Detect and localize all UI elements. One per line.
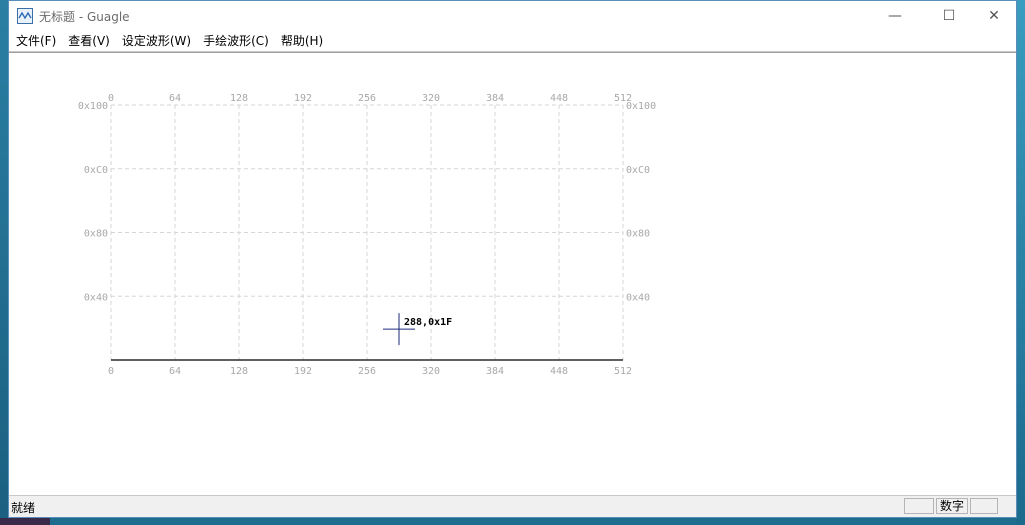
x-tick-label-bottom: 384 (486, 366, 504, 377)
y-tick-label-left: 0x100 (78, 101, 108, 112)
minimize-button[interactable]: — (872, 1, 918, 31)
x-tick-label-bottom: 448 (550, 366, 568, 377)
status-text: 就绪 (11, 501, 36, 515)
y-tick-label-right: 0x100 (626, 101, 656, 112)
y-tick-label-right: 0xC0 (626, 165, 650, 176)
close-button[interactable]: ✕ (971, 1, 1017, 31)
x-tick-label-top: 320 (422, 93, 440, 104)
taskbar-fragment (0, 518, 50, 525)
status-pane-caps (904, 498, 934, 514)
menu-set-waveform[interactable]: 设定波形(W) (116, 31, 197, 51)
cursor-coordinate-label: 288,0x1F (404, 317, 452, 328)
menu-view[interactable]: 查看(V) (62, 31, 116, 51)
menu-help[interactable]: 帮助(H) (275, 31, 329, 51)
x-tick-label-bottom: 64 (169, 366, 181, 377)
status-bar: 就绪 数字 (9, 495, 1016, 517)
waveform-canvas-area[interactable]: 0 0 64 64 128 128 192 192 256 256 320 320 384 384 448 4… (9, 52, 1016, 497)
window-title: 无标题 - Guagle (39, 10, 130, 24)
menu-draw-waveform[interactable]: 手绘波形(C) (197, 31, 275, 51)
x-tick-label-bottom: 0 (108, 366, 114, 377)
y-tick-label-right: 0x80 (626, 229, 650, 240)
x-tick-label-top: 128 (230, 93, 248, 104)
x-tick-label-top: 0 (108, 93, 114, 104)
x-tick-label-top: 64 (169, 93, 181, 104)
app-icon[interactable] (17, 8, 33, 24)
x-tick-label-bottom: 512 (614, 366, 632, 377)
menu-file[interactable]: 文件(F) (10, 31, 62, 51)
minimize-icon: — (888, 8, 902, 24)
app-window: 无标题 - Guagle — ☐ ✕ 文件(F) 查看(V) 设定波形(W) 手… (8, 0, 1017, 518)
menu-bar: 文件(F) 查看(V) 设定波形(W) 手绘波形(C) 帮助(H) (9, 31, 1016, 52)
waveform-app-icon (18, 11, 32, 20)
waveform-chart[interactable]: 0 0 64 64 128 128 192 192 256 256 320 320 384 384 448 4… (9, 53, 1016, 497)
desktop-right-strip (1016, 0, 1025, 525)
x-tick-label-top: 256 (358, 93, 376, 104)
y-tick-label-left: 0xC0 (84, 165, 108, 176)
maximize-icon: ☐ (942, 8, 956, 24)
y-tick-label-right: 0x40 (626, 292, 650, 303)
x-tick-label-top: 192 (294, 93, 312, 104)
x-tick-label-top: 384 (486, 93, 504, 104)
maximize-button[interactable]: ☐ (926, 1, 972, 31)
title-bar[interactable]: 无标题 - Guagle — ☐ ✕ (9, 1, 1016, 31)
status-pane-scroll (970, 498, 998, 514)
x-tick-label-bottom: 320 (422, 366, 440, 377)
status-pane-numlock: 数字 (936, 498, 968, 514)
x-tick-label-top: 448 (550, 93, 568, 104)
x-tick-label-bottom: 128 (230, 366, 248, 377)
x-tick-label-bottom: 256 (358, 366, 376, 377)
y-tick-label-left: 0x40 (84, 292, 108, 303)
x-tick-label-bottom: 192 (294, 366, 312, 377)
close-icon: ✕ (988, 8, 1000, 24)
y-tick-label-left: 0x80 (84, 229, 108, 240)
